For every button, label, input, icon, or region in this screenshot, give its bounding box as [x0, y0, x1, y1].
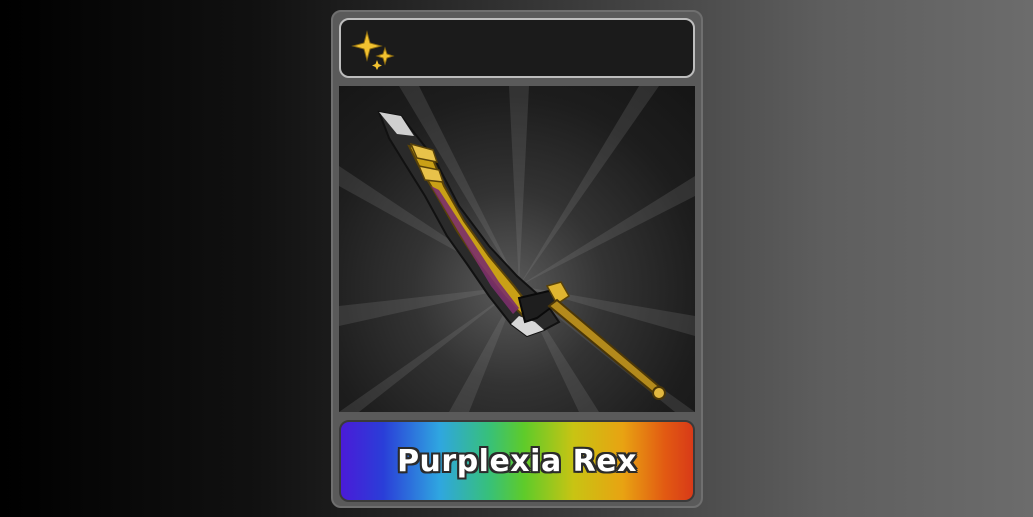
item-art-panel: [339, 86, 695, 412]
item-name-plate: Purplexia Rex: [339, 420, 695, 502]
sword-icon: [339, 86, 695, 412]
item-card[interactable]: Purplexia Rex: [331, 10, 703, 508]
rarity-bar: [339, 18, 695, 78]
item-name: Purplexia Rex: [397, 443, 637, 479]
sparkle-icon: [351, 30, 395, 70]
